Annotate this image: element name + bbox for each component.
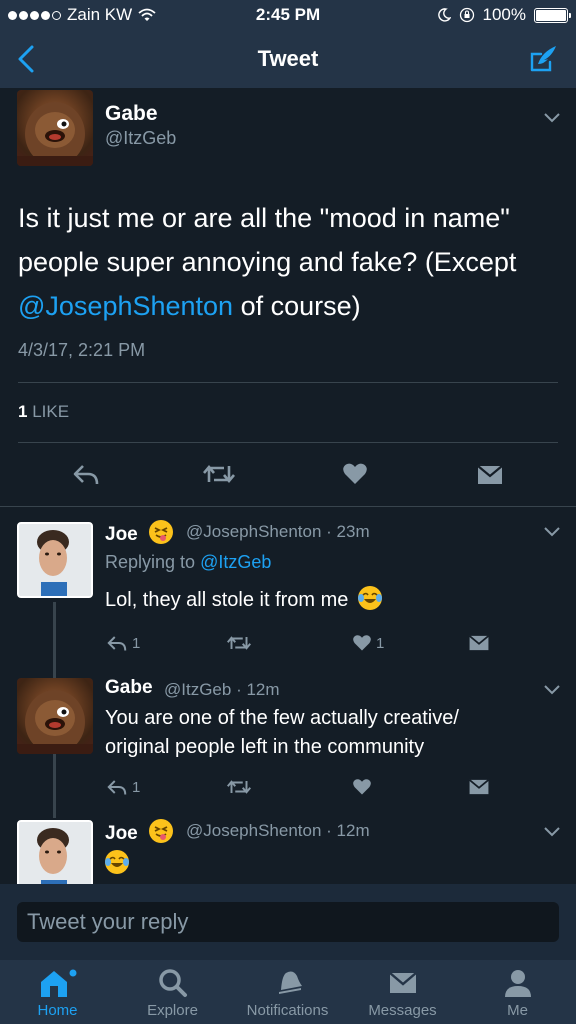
author-name-text: Joe <box>105 823 138 844</box>
profile-photo-image <box>19 524 91 596</box>
section-divider <box>0 506 576 507</box>
person-icon <box>504 970 531 997</box>
page-title: Tweet <box>257 46 319 71</box>
like-heart-icon[interactable] <box>342 462 368 486</box>
retweet-icon[interactable] <box>226 634 252 652</box>
reply-meta: @JosephShenton · 12m <box>186 821 370 840</box>
reply-count: 1 <box>132 634 141 652</box>
like-action[interactable]: 1 <box>352 634 384 652</box>
tab-me[interactable]: Me <box>460 966 575 1019</box>
reply-text: Lol, they all stole it from me <box>105 586 545 615</box>
envelope-icon <box>388 972 417 993</box>
reply-icon[interactable] <box>72 462 100 486</box>
tab-label: Messages <box>368 1002 437 1019</box>
reply-action[interactable]: 1 <box>106 634 140 652</box>
divider <box>18 382 558 383</box>
chevron-down-icon[interactable] <box>543 684 561 696</box>
reply-action[interactable]: 1 <box>106 778 140 796</box>
orientation-lock-icon <box>459 7 474 23</box>
like-heart-icon <box>353 635 371 651</box>
tears-of-joy-emoji-icon <box>105 850 129 874</box>
search-icon <box>158 969 187 997</box>
bell-icon <box>278 971 302 994</box>
avatar[interactable] <box>17 90 93 166</box>
reply-handle[interactable]: @JosephShenton <box>186 522 321 541</box>
nav-bar: Tweet <box>0 30 576 88</box>
reply-text-line: original people left in the community <box>105 736 425 758</box>
reply-composer <box>0 884 576 960</box>
home-icon <box>40 969 76 997</box>
likes-label: LIKE <box>32 402 70 421</box>
tweet-text-end: of course) <box>233 291 361 321</box>
mention-link[interactable]: @JosephShenton <box>18 291 233 321</box>
moon-icon <box>437 8 451 22</box>
divider <box>18 442 558 443</box>
tab-home[interactable]: Home <box>0 966 115 1019</box>
tears-of-joy-emoji-icon <box>358 586 382 610</box>
chevron-down-icon[interactable] <box>543 526 561 538</box>
tab-label: Home <box>37 1002 78 1019</box>
avatar[interactable] <box>17 678 93 754</box>
status-right: 100% <box>437 5 571 25</box>
replying-to-mention[interactable]: @ItzGeb <box>200 552 271 572</box>
tweet-text-start: Is it just me or are all the "mood in na… <box>18 203 517 277</box>
replying-label: Replying to <box>105 552 201 572</box>
battery-icon <box>534 7 571 23</box>
reply-handle[interactable]: @ItzGeb <box>164 680 231 699</box>
tab-bar: Home Explore Notifications Messages Me <box>0 960 576 1024</box>
author-name[interactable]: Gabe <box>105 102 158 126</box>
thread-connector <box>53 758 56 818</box>
reply-icon <box>107 780 127 795</box>
reply-time: 12m <box>246 680 280 699</box>
reply-text-content: Lol, they all stole it from me <box>105 589 349 611</box>
author-name[interactable]: Joe <box>105 819 174 845</box>
reply-text <box>105 850 545 879</box>
squinting-tongue-emoji-icon <box>149 819 174 843</box>
reply-meta: @ItzGeb · 12m <box>164 680 280 699</box>
avatar[interactable] <box>17 820 93 884</box>
reply-text: You are one of the few actually creative… <box>105 704 545 762</box>
author-name[interactable]: Joe <box>105 520 174 546</box>
reply-icon <box>107 636 127 651</box>
author-handle[interactable]: @ItzGeb <box>105 128 176 149</box>
chevron-down-icon[interactable] <box>543 826 561 838</box>
reply-input[interactable] <box>17 902 559 942</box>
tab-label: Explore <box>147 1002 198 1019</box>
like-count: 1 <box>376 634 385 652</box>
tab-messages[interactable]: Messages <box>345 966 460 1019</box>
avatar[interactable] <box>17 522 93 598</box>
author-name[interactable]: Gabe <box>105 677 153 699</box>
dog-puppet-avatar-image <box>17 102 93 166</box>
tab-label: Me <box>507 1002 528 1019</box>
direct-message-icon[interactable] <box>468 778 490 796</box>
reply-meta: @JosephShenton · 23m <box>186 522 370 541</box>
battery-percent: 100% <box>482 5 526 24</box>
chevron-down-icon[interactable] <box>543 112 561 124</box>
direct-message-icon[interactable] <box>476 464 504 486</box>
tab-notifications[interactable]: Notifications <box>230 966 345 1019</box>
retweet-icon[interactable] <box>226 778 252 796</box>
squinting-tongue-emoji-icon <box>149 520 174 544</box>
dog-puppet-avatar-image <box>17 690 93 754</box>
author-name-text: Joe <box>105 524 138 545</box>
reply-time: 23m <box>336 522 370 541</box>
tweet-timestamp: 4/3/17, 2:21 PM <box>18 340 146 360</box>
reply-count: 1 <box>132 778 141 796</box>
tab-explore[interactable]: Explore <box>115 966 230 1019</box>
profile-photo-image <box>19 822 91 884</box>
retweet-icon[interactable] <box>202 462 236 486</box>
tab-label: Notifications <box>246 1002 329 1019</box>
status-bar: Zain KW 2:45 PM 100% <box>0 0 576 30</box>
compose-tweet-icon[interactable] <box>526 42 560 76</box>
direct-message-icon[interactable] <box>468 634 490 652</box>
reply-text-line: You are one of the few actually creative… <box>105 707 459 729</box>
reply-time: 12m <box>336 821 370 840</box>
reply-handle[interactable]: @JosephShenton <box>186 821 321 840</box>
likes-number: 1 <box>18 402 28 421</box>
tweet-text: Is it just me or are all the "mood in na… <box>18 196 558 328</box>
likes-count[interactable]: 1 LIKE <box>18 402 69 422</box>
tweet-detail: Gabe @ItzGeb Is it just me or are all th… <box>0 88 576 884</box>
like-heart-icon[interactable] <box>352 778 372 796</box>
replying-to: Replying to @ItzGeb <box>105 552 271 573</box>
